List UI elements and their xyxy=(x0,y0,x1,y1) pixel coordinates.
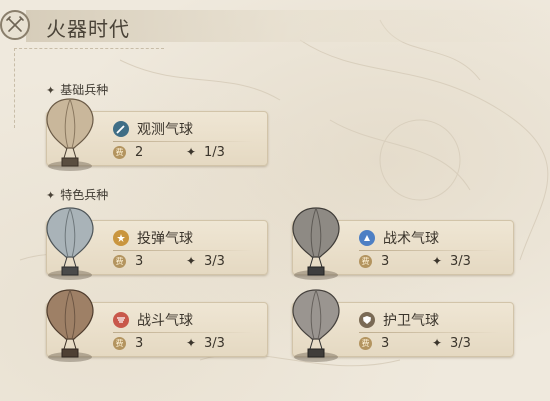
unit-name: 战斗气球 xyxy=(137,313,193,329)
divider xyxy=(14,48,164,49)
compass-star-icon: ✦ xyxy=(186,254,197,268)
unit-limit: 3/3 xyxy=(450,336,471,351)
unit-name: 观测气球 xyxy=(137,122,193,138)
unit-limit: 3/3 xyxy=(204,336,225,351)
compass-star-icon: ✦ xyxy=(432,254,443,268)
page-title: 火器时代 xyxy=(46,17,130,41)
escort-balloon-icon xyxy=(292,289,340,362)
cost-icon-label: 费 xyxy=(115,257,124,266)
cost-icon-label: 费 xyxy=(115,148,124,157)
tactics-icon xyxy=(359,230,375,246)
unit-limit: 1/3 xyxy=(204,145,225,160)
cost-icon-label: 费 xyxy=(361,339,370,348)
divider xyxy=(113,141,253,142)
shield-icon xyxy=(359,312,375,328)
cost-icon: 费 xyxy=(113,337,126,350)
divider xyxy=(14,48,15,128)
cost-icon: 费 xyxy=(113,255,126,268)
section-special-text: 特色兵种 xyxy=(60,188,109,202)
unit-limit: 3/3 xyxy=(204,254,225,269)
cost-icon: 费 xyxy=(359,255,372,268)
unit-cost: 2 xyxy=(135,145,144,160)
compass-star-icon: ✦ xyxy=(432,336,443,350)
unit-name: 投弹气球 xyxy=(137,231,193,247)
compass-star-icon: ✦ xyxy=(186,336,197,350)
section-special-label: ✦ 特色兵种 xyxy=(46,186,108,203)
unit-limit: 3/3 xyxy=(450,254,471,269)
cost-icon-label: 费 xyxy=(361,257,370,266)
section-basic-text: 基础兵种 xyxy=(60,83,109,97)
cost-icon-label: 费 xyxy=(115,339,124,348)
divider xyxy=(113,250,253,251)
unit-cost: 3 xyxy=(381,336,390,351)
unit-cost: 3 xyxy=(135,336,144,351)
cost-icon: 费 xyxy=(359,337,372,350)
unit-cost: 3 xyxy=(135,254,144,269)
divider xyxy=(359,332,499,333)
spyglass-icon xyxy=(113,121,129,137)
cost-icon: 费 xyxy=(113,146,126,159)
tactical-balloon-icon xyxy=(292,207,340,280)
wings-icon xyxy=(113,312,129,328)
observation-balloon-icon xyxy=(46,98,94,171)
star-bullet-icon: ✦ xyxy=(46,189,56,202)
combat-balloon-icon xyxy=(46,289,94,362)
unit-cost: 3 xyxy=(381,254,390,269)
bomber-balloon-icon xyxy=(46,207,94,280)
divider xyxy=(359,250,499,251)
unit-name: 护卫气球 xyxy=(383,313,439,329)
unit-name: 战术气球 xyxy=(383,231,439,247)
crossed-muskets-icon xyxy=(0,10,30,40)
bomb-burst-icon xyxy=(113,230,129,246)
divider xyxy=(113,332,253,333)
page-header: 火器时代 xyxy=(0,0,550,48)
compass-star-icon: ✦ xyxy=(186,145,197,159)
